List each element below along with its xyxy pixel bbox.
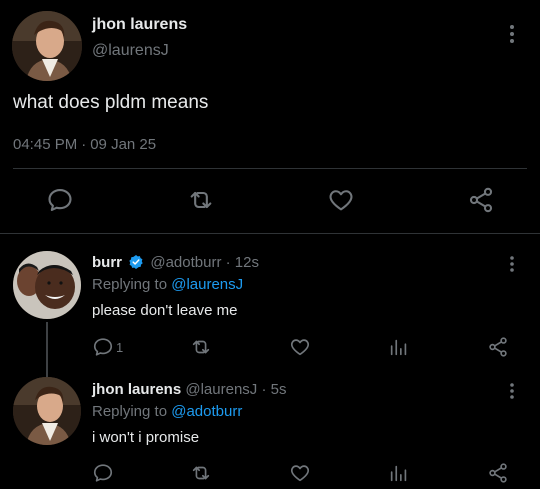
like-icon[interactable] bbox=[327, 186, 355, 214]
reply-icon[interactable] bbox=[92, 462, 114, 484]
replying-prefix: Replying to bbox=[92, 276, 168, 293]
reply-action-bar bbox=[0, 462, 540, 486]
replying-to: Replying to @laurensJ bbox=[92, 276, 243, 293]
avatar[interactable] bbox=[12, 11, 82, 81]
tweet-time: 04:45 PM bbox=[13, 136, 78, 153]
separator: · bbox=[225, 254, 231, 271]
reply-text: i won't i promise bbox=[92, 429, 200, 446]
share-icon[interactable] bbox=[487, 336, 509, 358]
retweet-icon[interactable] bbox=[190, 462, 212, 484]
reply-icon[interactable] bbox=[46, 186, 74, 214]
reply-time[interactable]: 5s bbox=[271, 381, 287, 398]
more-options-icon[interactable] bbox=[502, 22, 522, 46]
separator: · bbox=[81, 136, 87, 153]
author-handle[interactable]: @laurensJ bbox=[185, 381, 257, 398]
reply-header: burr @adotburr · 12s bbox=[92, 254, 259, 271]
tweet-thread-page: jhon laurens @laurensJ what does pldm me… bbox=[0, 0, 540, 489]
tweet-action-bar bbox=[0, 186, 540, 216]
reply-tweet[interactable]: burr @adotburr · 12s Replying to @lauren… bbox=[0, 234, 540, 372]
share-icon[interactable] bbox=[487, 462, 509, 484]
replying-to: Replying to @adotburr bbox=[92, 403, 242, 420]
analytics-icon[interactable] bbox=[388, 336, 410, 358]
divider bbox=[13, 168, 527, 169]
avatar-image bbox=[12, 11, 82, 81]
reply-icon bbox=[93, 338, 113, 356]
replying-prefix: Replying to bbox=[92, 403, 168, 420]
tweet-text: what does pldm means bbox=[13, 92, 209, 113]
like-icon[interactable] bbox=[289, 462, 311, 484]
avatar-image bbox=[13, 377, 81, 445]
author-name[interactable]: jhon laurens bbox=[92, 381, 181, 398]
mention-link[interactable]: @adotburr bbox=[171, 403, 242, 420]
author-handle[interactable]: @laurensJ bbox=[92, 42, 169, 60]
tweet-timestamp: 04:45 PM · 09 Jan 25 bbox=[13, 136, 156, 153]
separator: · bbox=[261, 381, 267, 398]
analytics-icon[interactable] bbox=[388, 462, 410, 484]
share-icon[interactable] bbox=[467, 186, 495, 214]
avatar-image bbox=[13, 251, 81, 319]
reply-time[interactable]: 12s bbox=[235, 254, 259, 271]
retweet-icon[interactable] bbox=[190, 336, 212, 358]
avatar[interactable] bbox=[13, 251, 81, 319]
mention-link[interactable]: @laurensJ bbox=[171, 276, 243, 293]
avatar[interactable] bbox=[13, 377, 81, 445]
verified-badge-icon bbox=[128, 254, 144, 270]
like-icon[interactable] bbox=[289, 336, 311, 358]
reply-text: please don't leave me bbox=[92, 302, 238, 319]
author-handle[interactable]: @adotburr bbox=[150, 254, 221, 271]
author-name[interactable]: burr bbox=[92, 254, 122, 271]
retweet-icon[interactable] bbox=[187, 186, 215, 214]
main-tweet: jhon laurens @laurensJ what does pldm me… bbox=[0, 0, 540, 233]
more-options-icon[interactable] bbox=[504, 381, 520, 401]
tweet-date: 09 Jan 25 bbox=[90, 136, 157, 153]
reply-action-bar: 1 bbox=[0, 336, 540, 360]
reply-count: 1 bbox=[116, 339, 124, 355]
more-options-icon[interactable] bbox=[504, 254, 520, 274]
author-name[interactable]: jhon laurens bbox=[92, 16, 187, 34]
reply-header: jhon laurens @laurensJ · 5s bbox=[92, 381, 286, 398]
reply-button[interactable]: 1 bbox=[92, 336, 123, 358]
reply-tweet[interactable]: jhon laurens @laurensJ · 5s Replying to … bbox=[0, 372, 540, 489]
